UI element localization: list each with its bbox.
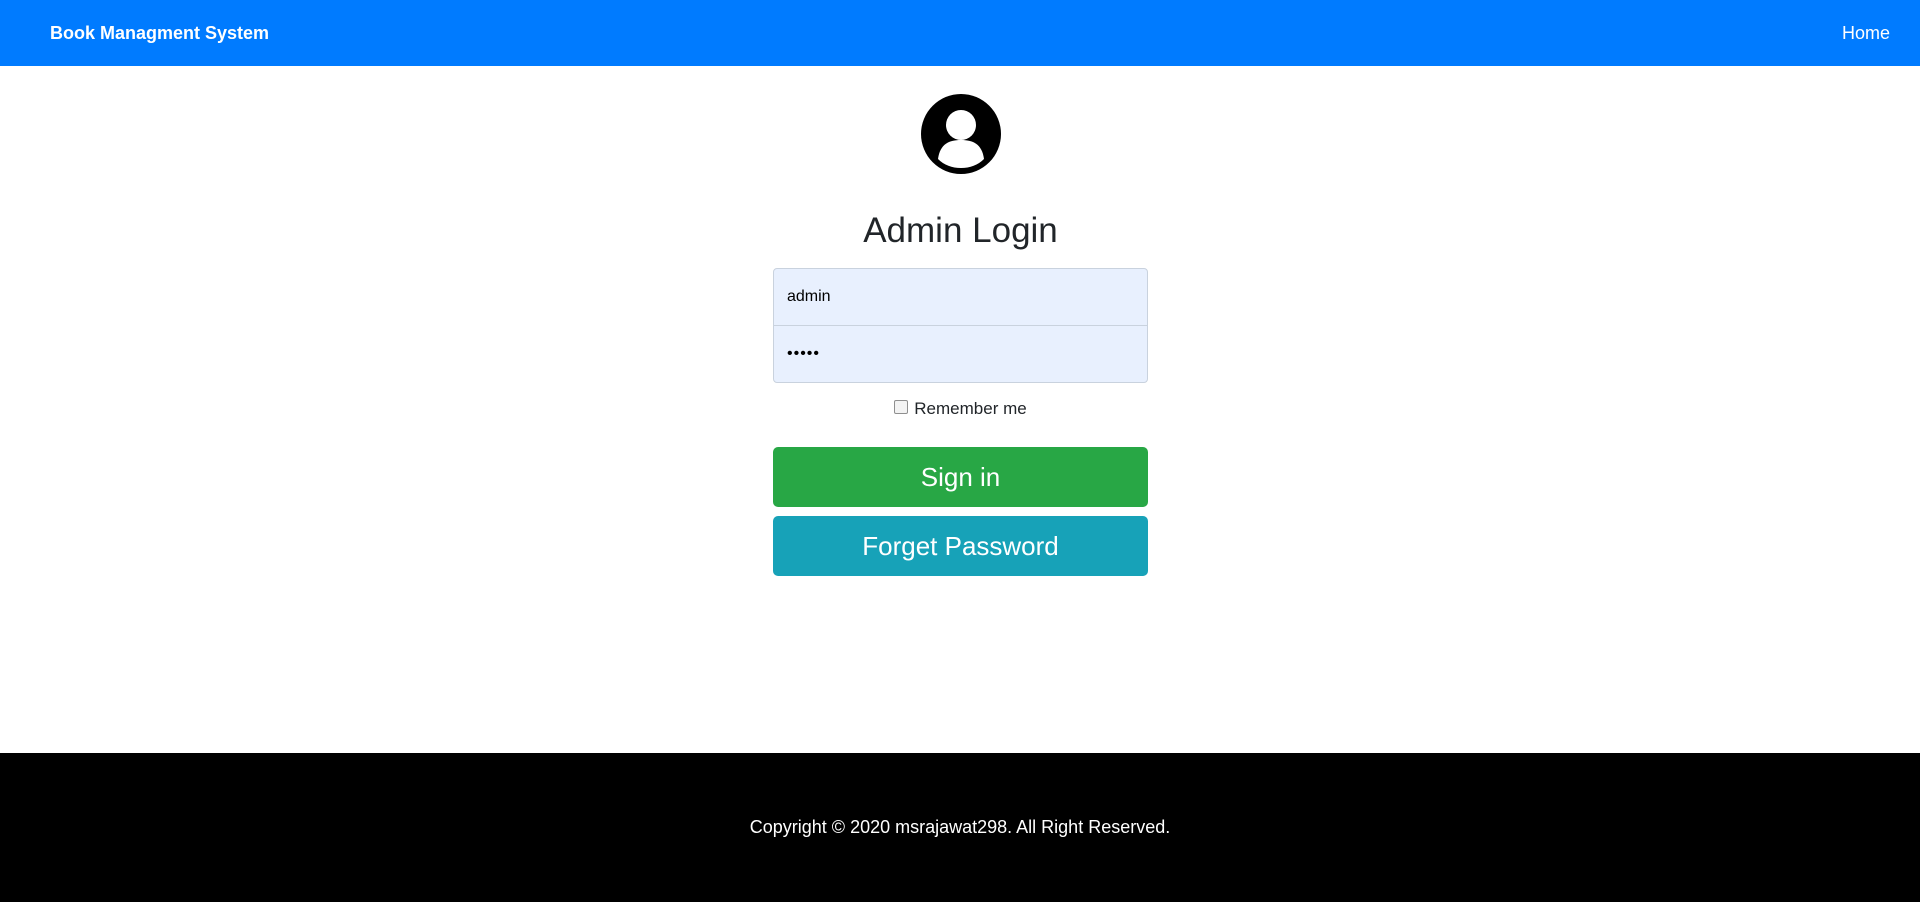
- password-field[interactable]: [773, 325, 1148, 383]
- forget-password-button[interactable]: Forget Password: [773, 516, 1148, 576]
- username-field[interactable]: [773, 268, 1148, 326]
- brand-link[interactable]: Book Managment System: [50, 23, 269, 44]
- user-circle-icon: [920, 94, 1001, 174]
- remember-label: Remember me: [914, 399, 1027, 418]
- footer: Copyright © 2020 msrajawat298. All Right…: [0, 753, 1920, 902]
- copyright-text: Copyright © 2020 msrajawat298. All Right…: [749, 817, 1171, 837]
- remember-me[interactable]: Remember me: [894, 399, 1027, 419]
- login-form: Admin Login Remember me Sign in Forget P…: [773, 66, 1148, 576]
- nav-home-link[interactable]: Home: [1842, 23, 1890, 44]
- top-navbar: Book Managment System Home: [0, 0, 1920, 66]
- remember-checkbox[interactable]: [894, 400, 909, 414]
- page-title: Admin Login: [863, 211, 1058, 250]
- sign-in-button[interactable]: Sign in: [773, 447, 1148, 507]
